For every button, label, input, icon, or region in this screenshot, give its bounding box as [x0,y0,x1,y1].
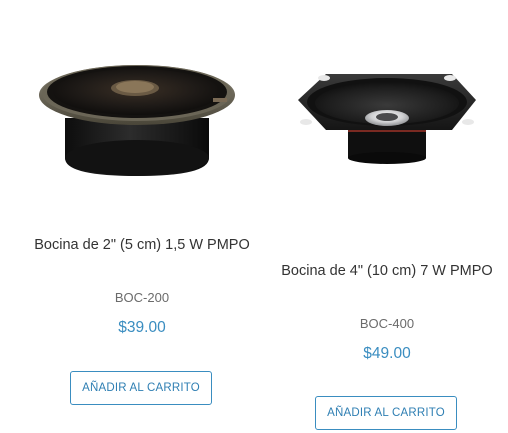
product-price: $39.00 [118,319,166,336]
product-grid: Bocina de 2" (5 cm) 1,5 W PMPO BOC-200 $… [0,0,508,433]
product-title[interactable]: Bocina de 2" (5 cm) 1,5 W PMPO [27,236,257,254]
product-image-link[interactable] [27,0,257,200]
product-title[interactable]: Bocina de 4" (10 cm) 7 W PMPO [272,262,502,280]
product-sku: BOC-200 [114,290,170,305]
add-to-cart-button[interactable]: AÑADIR AL CARRITO [70,371,212,405]
product-image-link[interactable] [272,0,502,200]
speaker-2in-icon [39,65,235,176]
add-to-cart-button[interactable]: AÑADIR AL CARRITO [315,396,457,430]
product-price: $49.00 [363,345,411,362]
speaker-4in-icon [298,74,476,164]
product-card: Bocina de 4" (10 cm) 7 W PMPO BOC-400 $4… [272,0,502,430]
product-card: Bocina de 2" (5 cm) 1,5 W PMPO BOC-200 $… [27,0,257,405]
product-sku: BOC-400 [359,316,415,331]
